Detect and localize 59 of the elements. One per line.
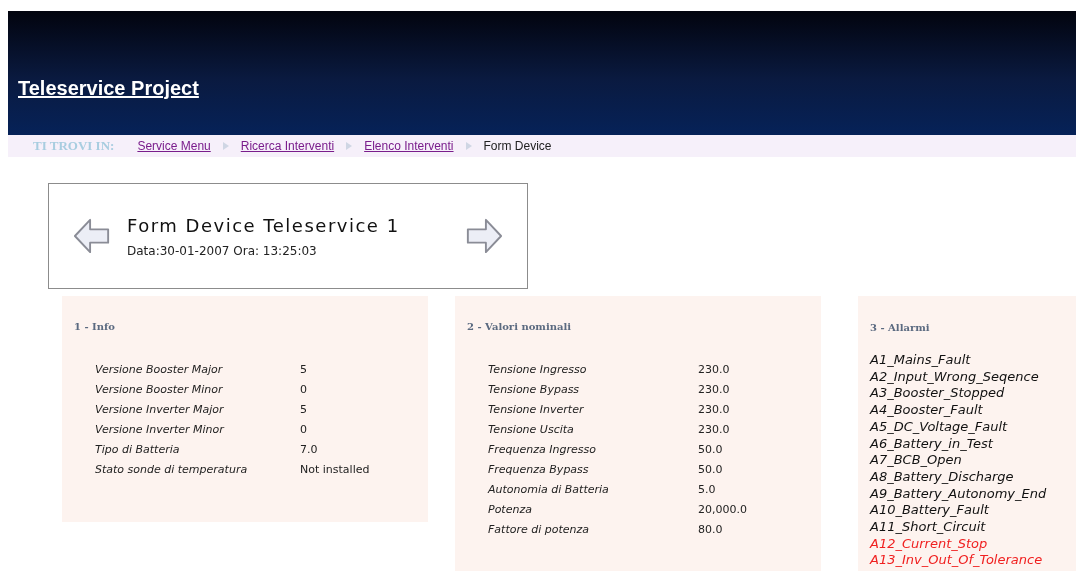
field-label: Autonomia di Batteria [488, 483, 610, 496]
device-title: Form Device Teleservice 1 [127, 214, 401, 236]
field-value: 7.0 [300, 443, 319, 456]
breadcrumb-link[interactable]: Ricerca Interventi [240, 139, 335, 153]
separator-icon [222, 142, 229, 150]
alarm-item: A12_Current_Stop [870, 535, 989, 553]
field-value: 0 [300, 423, 308, 436]
alarm-item: A9_Battery_Autonomy_End [870, 485, 1048, 503]
field-label: Stato sonde di temperatura [95, 463, 249, 476]
field-value: 0 [300, 383, 308, 396]
field-value: 230.0 [698, 403, 731, 416]
field-value: 50.0 [698, 443, 724, 456]
field-value: 50.0 [698, 463, 724, 476]
alarm-item: A6_Battery_in_Test [870, 435, 994, 453]
alarm-item: A10_Battery_Fault [870, 502, 990, 520]
field-label: Potenza [488, 503, 533, 516]
breadcrumb-link[interactable]: Service Menu [137, 139, 211, 153]
separator-icon [346, 142, 353, 150]
forward-arrow-icon[interactable] [465, 217, 503, 255]
field-label: Versione Booster Major [95, 363, 224, 376]
alarm-item: A3_Booster_Stopped [870, 385, 1006, 403]
device-timestamp: Data:30-01-2007 Ora: 13:25:03 [127, 243, 318, 258]
field-value: Not installed [300, 463, 371, 476]
field-label: Versione Booster Minor [95, 383, 224, 396]
alarm-item: A4_Booster_Fault [870, 402, 984, 419]
field-label: Tensione Inverter [488, 403, 585, 416]
field-value: 230.0 [698, 363, 731, 376]
field-label: Versione Inverter Major [95, 403, 225, 416]
breadcrumb-label: TI TROVI IN: [33, 138, 115, 154]
alarm-item: A1_Mains_Fault [870, 352, 972, 369]
field-label: Frequenza Ingresso [488, 443, 597, 456]
field-value: 80.0 [698, 523, 724, 536]
site-title-link[interactable]: Teleservice Project [18, 76, 199, 100]
alarm-item: A8_Battery_Discharge [870, 468, 1015, 486]
field-label: Fattore di potenza [488, 523, 591, 536]
separator-icon [465, 142, 472, 150]
section-title: 1 - Info [74, 321, 116, 332]
field-value: 5 [300, 403, 308, 416]
field-label: Tipo di Batteria [95, 443, 181, 456]
breadcrumb-current: Form Device [483, 139, 552, 153]
field-label: Tensione Uscita [488, 423, 575, 436]
alarm-item: A2_Input_Wrong_Seqence [870, 368, 1040, 386]
section-title: 3 - Allarmi [870, 322, 931, 333]
field-value: 5 [300, 363, 308, 376]
field-label: Tensione Bypass [488, 383, 581, 396]
alarm-item: A5_DC_Voltage_Fault [870, 418, 1009, 436]
breadcrumb-link[interactable]: Elenco Interventi [364, 139, 454, 153]
alarm-item: A7_BCB_Open [870, 452, 963, 469]
field-label: Frequenza Bypass [488, 463, 590, 476]
field-value: 230.0 [698, 423, 731, 436]
field-value: 5.0 [698, 483, 717, 496]
alarm-item: A11_Short_Circuit [870, 519, 987, 536]
back-arrow-icon[interactable] [73, 217, 111, 255]
field-value: 230.0 [698, 383, 731, 396]
field-value: 20,000.0 [698, 503, 748, 516]
field-label: Versione Inverter Minor [95, 423, 226, 436]
alarm-item: A13_Inv_Out_Of_Tolerance [870, 552, 1044, 570]
field-label: Tensione Ingresso [488, 363, 588, 376]
section-title: 2 - Valori nominali [467, 321, 573, 332]
